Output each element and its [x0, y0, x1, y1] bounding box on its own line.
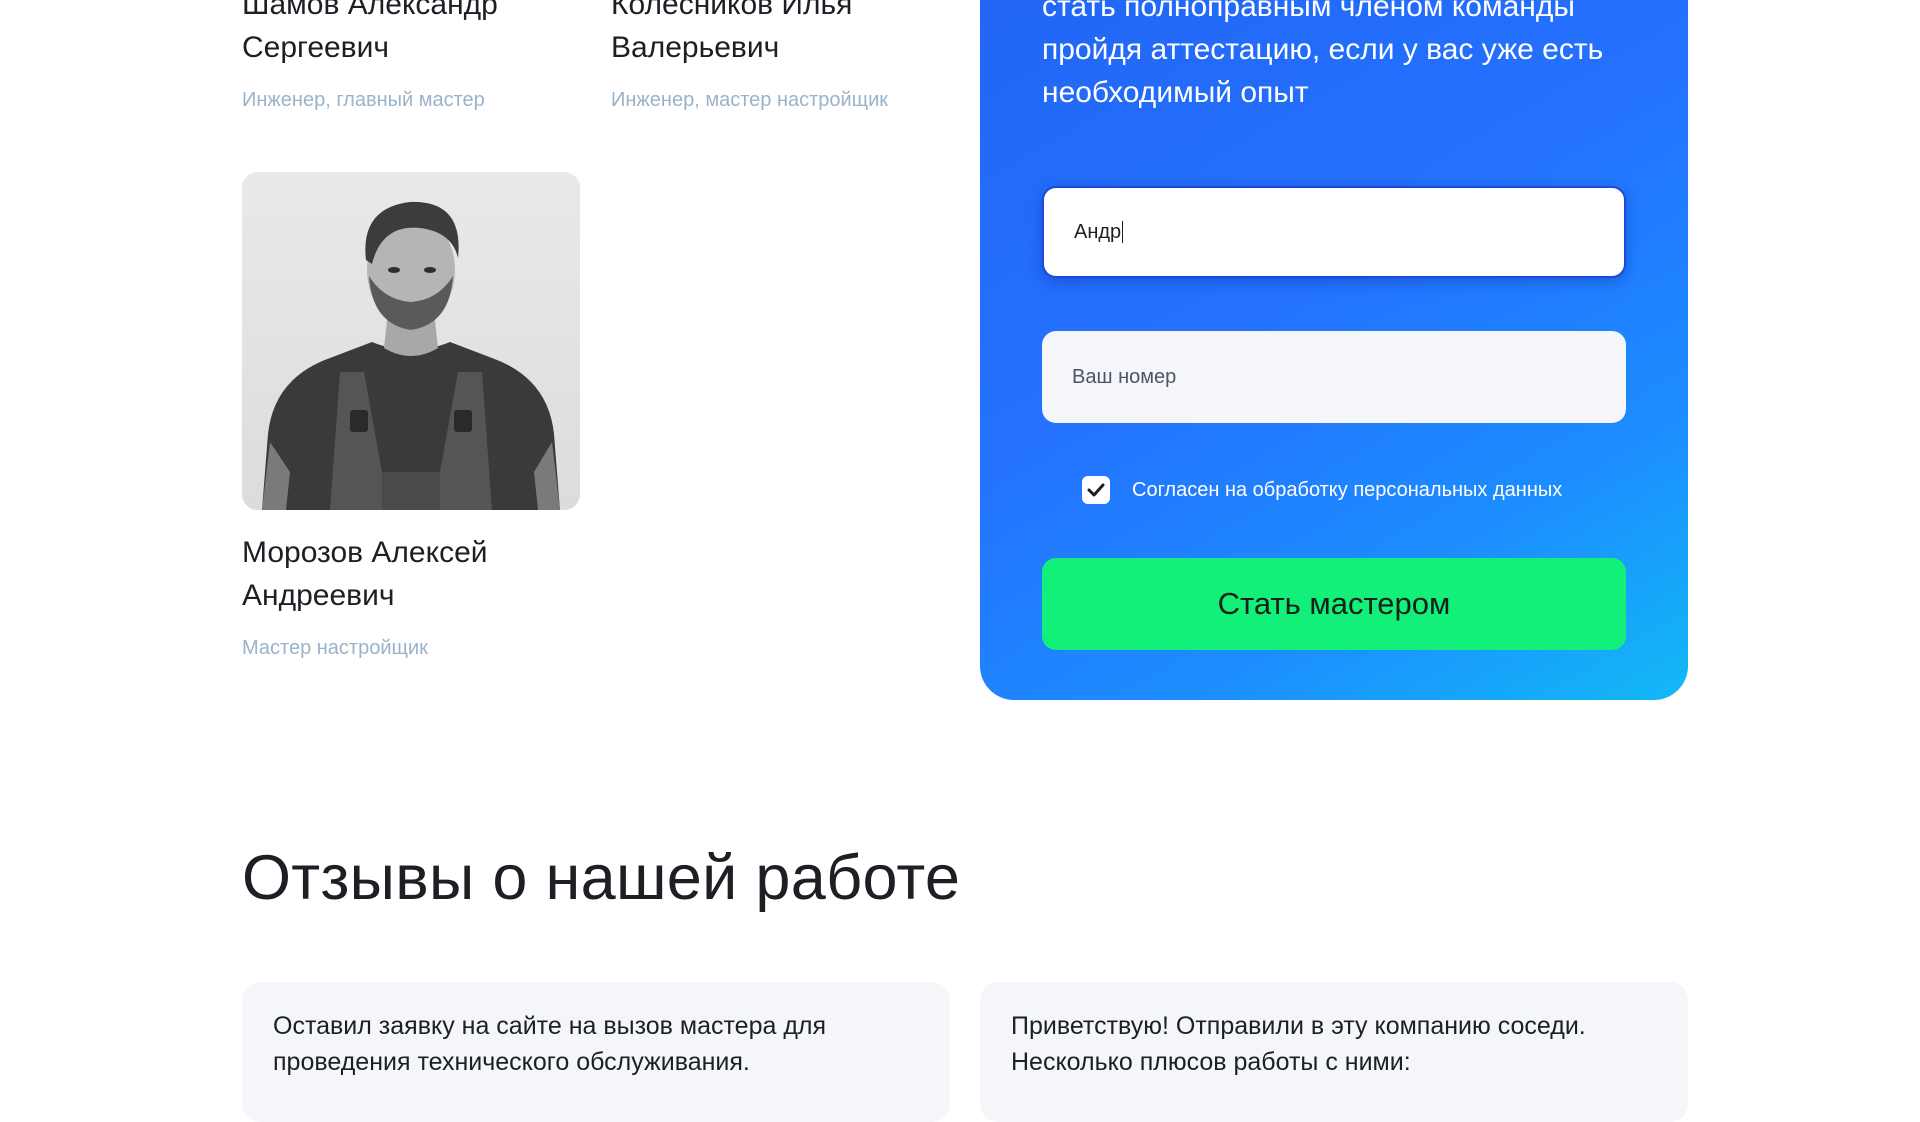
member-role: Мастер настройщик [242, 637, 428, 659]
consent-checkbox[interactable] [1082, 476, 1110, 504]
text-caret [1122, 221, 1124, 243]
become-master-button[interactable]: Стать мастером [1042, 558, 1626, 650]
review-text: Приветствую! Отправили в эту компанию со… [1011, 1012, 1586, 1076]
phone-input-placeholder: Ваш номер [1072, 365, 1177, 388]
member-name: Шамов Александр Сергеевич [242, 0, 498, 64]
worker-portrait-image [242, 172, 580, 510]
consent-label: Согласен на обработку персональных данны… [1132, 478, 1563, 501]
member-role: Инженер, мастер настройщик [611, 89, 889, 111]
reviews-section-title: Отзывы о нашей работе [242, 843, 961, 913]
form-intro-text: стать полноправным членом команды пройдя… [1042, 0, 1604, 109]
member-role: Инженер, главный мастер [242, 89, 485, 111]
phone-input[interactable]: Ваш номер [1042, 331, 1626, 423]
review-text: Оставил заявку на сайте на вызов мастера… [273, 1012, 827, 1076]
consent-row[interactable]: Согласен на обработку персональных данны… [1082, 476, 1562, 504]
name-input[interactable]: Андр [1042, 186, 1626, 278]
checkmark-icon [1087, 483, 1105, 497]
member-name: Морозов Алексей Андреевич [242, 536, 488, 612]
member-photo [242, 172, 580, 510]
name-input-value: Андр [1074, 220, 1122, 243]
member-name: Колесников Илья Валерьевич [611, 0, 853, 64]
